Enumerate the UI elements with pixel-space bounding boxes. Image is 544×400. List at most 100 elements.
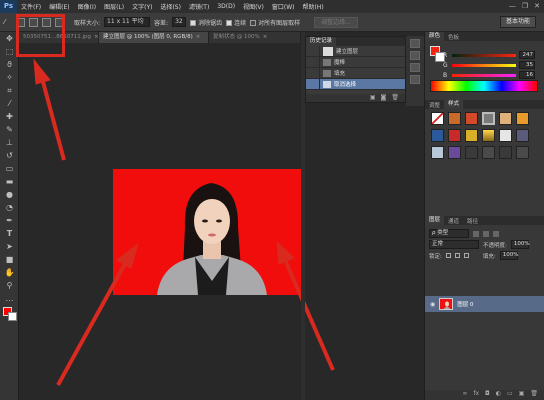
style-swatch[interactable] xyxy=(499,129,512,142)
arrow-head xyxy=(276,240,295,265)
trash-icon[interactable]: 🗑 xyxy=(530,390,538,400)
red-slider[interactable]: R 247 xyxy=(443,50,535,60)
history-gutter xyxy=(306,56,320,68)
tab-channels[interactable]: 通道 xyxy=(444,217,463,225)
annotation-arrow xyxy=(40,77,66,161)
tab-color[interactable]: 颜色 xyxy=(425,32,445,41)
slider-track[interactable] xyxy=(452,53,516,57)
styles-panel-tabs: 调整 样式 xyxy=(425,100,544,109)
lock-pixels-icon[interactable] xyxy=(445,253,451,258)
new-layer-icon[interactable]: ▣ xyxy=(519,390,525,400)
history-gutter xyxy=(306,67,320,79)
style-swatch[interactable] xyxy=(516,129,529,142)
opacity-input[interactable]: 100% xyxy=(510,240,530,249)
color-panel-tabs: 颜色 色板 xyxy=(425,32,544,41)
history-gutter xyxy=(306,45,320,57)
tab-adjustments[interactable]: 调整 xyxy=(425,101,444,109)
layer-kind-filter[interactable]: ρ 类型 xyxy=(429,229,469,238)
filter-adjust-icon[interactable] xyxy=(483,230,489,237)
lock-all-icon[interactable] xyxy=(463,253,469,258)
character-panel-icon[interactable] xyxy=(410,51,420,60)
channel-label: R xyxy=(443,51,448,59)
style-swatch-grid xyxy=(431,112,529,159)
channel-label: G xyxy=(443,61,448,69)
annotation-arrow xyxy=(283,259,335,371)
blue-slider[interactable]: B 16 xyxy=(443,70,535,80)
style-swatch[interactable] xyxy=(448,146,461,159)
color-spectrum-bar[interactable] xyxy=(430,80,538,92)
lock-position-icon[interactable] xyxy=(454,253,460,258)
style-swatch[interactable] xyxy=(499,112,512,125)
history-item-selected[interactable]: 取消选择 xyxy=(306,78,405,90)
properties-panel-icon[interactable] xyxy=(410,75,420,84)
color-sliders: R 247 G 35 B 16 xyxy=(425,50,535,80)
layer-thumbnail xyxy=(439,298,454,310)
filter-type-icon[interactable] xyxy=(493,230,499,237)
tab-paths[interactable]: 路径 xyxy=(463,217,482,225)
channel-label: B xyxy=(443,71,448,79)
history-item[interactable]: 填充 xyxy=(306,67,405,79)
fill-label: 填充: xyxy=(482,253,496,260)
history-item[interactable]: 魔棒 xyxy=(306,56,405,68)
history-item-label: 填充 xyxy=(334,71,346,77)
paragraph-panel-icon[interactable] xyxy=(410,63,420,72)
channel-value-input[interactable]: 16 xyxy=(519,71,535,79)
adjustment-layer-icon[interactable]: ◐ xyxy=(496,390,501,400)
layer-mask-icon[interactable]: ◘ xyxy=(485,390,490,400)
style-swatch[interactable] xyxy=(431,146,444,159)
visibility-eye-icon[interactable]: ◉ xyxy=(430,301,435,308)
history-gutter xyxy=(306,78,320,90)
tab-swatches[interactable]: 色板 xyxy=(444,33,463,41)
arrow-head xyxy=(116,242,139,269)
layers-footer: ∞ fx ◘ ◐ ▭ ▣ 🗑 xyxy=(425,390,544,400)
style-swatch[interactable] xyxy=(516,146,529,159)
style-swatch[interactable] xyxy=(465,146,478,159)
opacity-label: 不透明度: xyxy=(483,242,507,249)
layers-controls: ρ 类型 正常 不透明度: 100% 锁定: 填充: 100% xyxy=(425,228,544,261)
green-slider[interactable]: G 35 xyxy=(443,60,535,70)
lock-row: 锁定: 填充: 100% xyxy=(425,250,544,261)
style-swatch[interactable] xyxy=(482,129,495,142)
collapsed-panel-icons xyxy=(406,36,424,106)
history-snapshot-row[interactable]: 建立图层 xyxy=(306,45,405,57)
tab-layers[interactable]: 图层 xyxy=(425,216,445,225)
style-swatch[interactable] xyxy=(465,129,478,142)
style-swatch[interactable] xyxy=(431,112,444,125)
trash-icon[interactable]: 🗑 xyxy=(391,94,399,102)
channel-value-input[interactable]: 35 xyxy=(519,61,535,69)
slider-track[interactable] xyxy=(452,73,516,77)
layers-panel-tabs: 图层 通道 路径 xyxy=(425,216,544,225)
style-swatch[interactable] xyxy=(448,112,461,125)
style-swatch[interactable] xyxy=(482,112,495,125)
blend-mode-select[interactable]: 正常 xyxy=(429,240,479,249)
new-document-icon[interactable]: ▣ xyxy=(370,94,376,102)
style-swatch[interactable] xyxy=(448,129,461,142)
right-panel-dock: 颜色 色板 R 247 G 35 B 16 调整 样式 图层 通道 路径 ρ 类… xyxy=(424,32,544,400)
tab-styles[interactable]: 样式 xyxy=(444,100,464,109)
fill-input[interactable]: 100% xyxy=(499,251,518,260)
style-swatch[interactable] xyxy=(516,112,529,125)
channel-value-input[interactable]: 247 xyxy=(519,51,535,59)
layer-style-icon[interactable]: fx xyxy=(473,390,479,400)
filter-pixel-icon[interactable] xyxy=(473,230,479,237)
blend-row: 正常 不透明度: 100% xyxy=(425,239,544,250)
link-layers-icon[interactable]: ∞ xyxy=(462,390,467,400)
group-icon[interactable]: ▭ xyxy=(507,390,513,400)
slider-track[interactable] xyxy=(452,63,516,67)
camera-icon[interactable]: ◙ xyxy=(381,94,387,102)
layer-name: 图层 0 xyxy=(457,302,474,308)
history-footer: ▣ ◙ 🗑 xyxy=(306,94,405,102)
arrow-head xyxy=(33,58,51,85)
annotation-arrow xyxy=(56,261,128,386)
history-step-icon xyxy=(323,80,331,88)
history-step-icon xyxy=(323,58,331,66)
history-panel-tabs: 历史记录 xyxy=(306,37,405,46)
style-swatch[interactable] xyxy=(465,112,478,125)
style-swatch[interactable] xyxy=(431,129,444,142)
style-swatch[interactable] xyxy=(482,146,495,159)
style-swatch[interactable] xyxy=(499,146,512,159)
history-item-label: 取消选择 xyxy=(334,82,357,88)
history-item-label: 魔棒 xyxy=(334,60,346,66)
layer-row[interactable]: ◉ 图层 0 xyxy=(425,296,544,312)
history-panel-icon[interactable] xyxy=(410,39,420,48)
